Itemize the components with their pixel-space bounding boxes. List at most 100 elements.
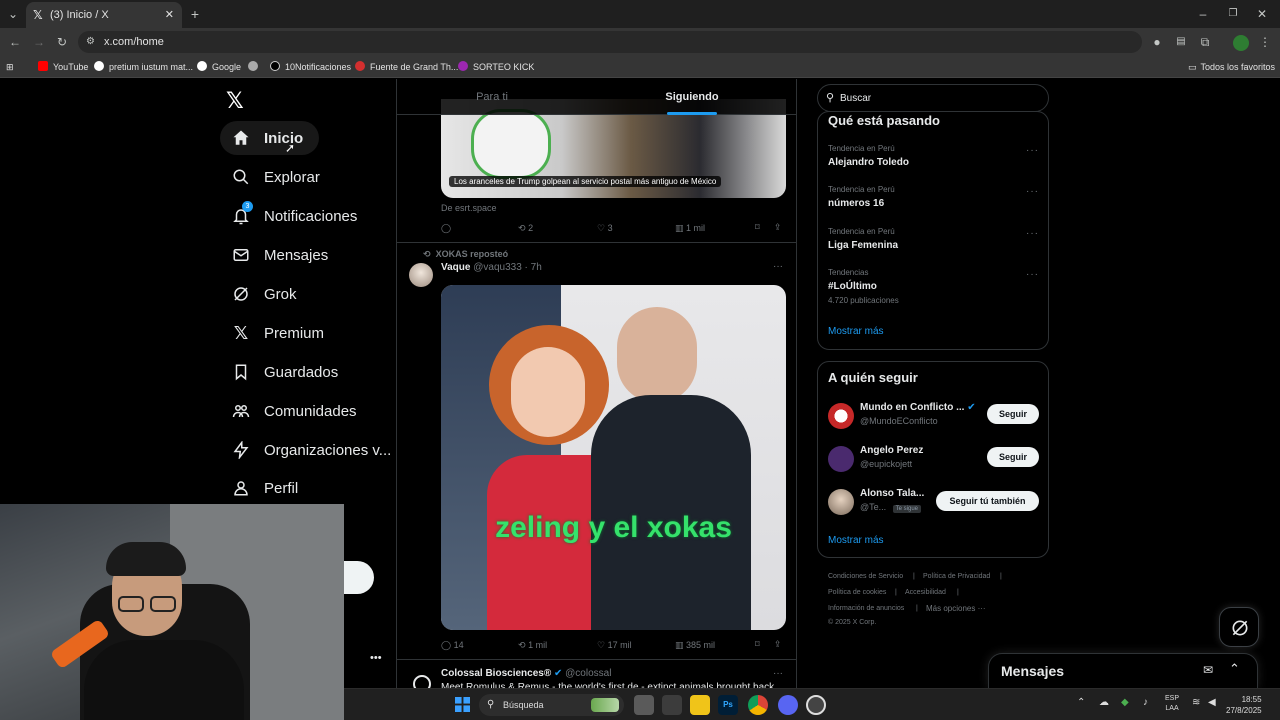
follow-button[interactable]: Seguir bbox=[987, 404, 1039, 424]
expand-icon[interactable]: ⌃ bbox=[1229, 661, 1240, 677]
tab-siguiendo[interactable]: Siguiendo bbox=[587, 79, 796, 115]
grok-floating-button[interactable] bbox=[1219, 607, 1259, 647]
extension-icon[interactable]: ● bbox=[1148, 33, 1166, 51]
nav-organizaciones[interactable]: Organizaciones v... bbox=[220, 433, 391, 467]
site-info-icon[interactable]: ⚙ bbox=[86, 31, 95, 53]
follow-back-button[interactable]: Seguir tú también bbox=[936, 491, 1039, 511]
search-input[interactable]: Buscar bbox=[840, 93, 871, 104]
tweet2-image[interactable]: zeling y el xokas bbox=[441, 285, 786, 630]
trend-more-icon[interactable]: ··· bbox=[1026, 228, 1039, 239]
back-icon[interactable]: ← bbox=[6, 33, 24, 51]
nav-grok[interactable]: Grok bbox=[220, 277, 297, 311]
language-indicator[interactable]: ESP LAA bbox=[1165, 694, 1179, 714]
follow-name[interactable]: Angelo Perez bbox=[860, 445, 923, 456]
volume-icon[interactable]: ◀ bbox=[1208, 697, 1216, 708]
apps-icon[interactable]: ⊞ bbox=[6, 61, 14, 73]
bookmark-google[interactable]: Google bbox=[197, 61, 241, 73]
window-close-icon[interactable]: ✕ bbox=[1253, 5, 1271, 23]
follow-button[interactable]: Seguir bbox=[987, 447, 1039, 467]
tweet3-author-name[interactable]: Colossal Biosciences® bbox=[441, 668, 551, 679]
nav-inicio[interactable]: Inicio ➚ bbox=[220, 121, 320, 155]
globe-icon[interactable] bbox=[248, 61, 263, 73]
nav-notificaciones[interactable]: 3 Notificaciones bbox=[220, 199, 357, 233]
trend-more-icon[interactable]: ··· bbox=[1026, 145, 1039, 156]
nav-guardados[interactable]: Guardados bbox=[220, 355, 338, 389]
mic-icon[interactable]: ♪ bbox=[1143, 697, 1148, 708]
trend-more-icon[interactable]: ··· bbox=[1026, 186, 1039, 197]
onedrive-icon[interactable]: ☁ bbox=[1099, 697, 1109, 708]
nav-perfil[interactable]: Perfil bbox=[220, 471, 298, 505]
tweet2-handle[interactable]: @vaqu333 · 7h bbox=[473, 262, 542, 273]
nav-comunidades[interactable]: Comunidades bbox=[220, 394, 357, 428]
x-logo-icon[interactable]: 𝕏 bbox=[226, 88, 244, 114]
tweet1-reply-button[interactable]: ◯ bbox=[441, 223, 451, 234]
tweet3-more-icon[interactable]: ··· bbox=[773, 668, 783, 679]
puzzle-icon[interactable]: ⧉ bbox=[1196, 33, 1214, 51]
taskbar-app-icon[interactable] bbox=[806, 695, 826, 715]
nav-mensajes[interactable]: Mensajes bbox=[220, 238, 328, 272]
tweet2-reply-button[interactable]: ◯ 14 bbox=[441, 640, 464, 651]
follow-show-more[interactable]: Mostrar más bbox=[828, 535, 884, 546]
tweet1-like-button[interactable]: ♡ 3 bbox=[597, 223, 613, 234]
tweet2-avatar[interactable] bbox=[409, 263, 433, 287]
footer-link[interactable]: Accesibilidad bbox=[905, 589, 946, 596]
forward-icon[interactable]: → bbox=[30, 33, 48, 51]
account-more-icon[interactable]: ••• bbox=[370, 652, 382, 664]
discord-icon[interactable] bbox=[778, 695, 798, 715]
tweet2-share-icon[interactable]: ⇪ bbox=[774, 639, 782, 650]
tab-search-icon[interactable]: ⌄ bbox=[4, 5, 22, 23]
bookmark-sorteo-kick[interactable]: SORTEO KICK bbox=[458, 61, 534, 73]
tweet3-handle[interactable]: @colossal bbox=[565, 668, 611, 679]
tweet1-views[interactable]: ▥ 1 mil bbox=[675, 223, 705, 234]
tray-overflow-icon[interactable]: ⌃ bbox=[1077, 697, 1085, 708]
bookmark-10notificaciones[interactable]: 10Notificaciones bbox=[270, 61, 351, 73]
all-bookmarks[interactable]: ▭ Todos los favoritos bbox=[1188, 61, 1275, 73]
trend-name[interactable]: Liga Femenina bbox=[828, 240, 898, 251]
tweet2-bookmark-icon[interactable]: ⌑ bbox=[755, 639, 760, 650]
follow-avatar[interactable] bbox=[828, 403, 854, 429]
bookmark-fuente[interactable]: Fuente de Grand Th... bbox=[355, 61, 458, 73]
trend-name[interactable]: números 16 bbox=[828, 198, 884, 209]
tab-para-ti[interactable]: Para ti bbox=[397, 79, 587, 115]
restore-icon[interactable]: ❐ bbox=[1224, 5, 1242, 23]
reload-icon[interactable]: ↻ bbox=[53, 33, 71, 51]
file-explorer-icon[interactable] bbox=[690, 695, 710, 715]
new-message-icon[interactable]: ✉ bbox=[1203, 663, 1213, 677]
security-icon[interactable]: ◆ bbox=[1121, 697, 1129, 708]
wifi-icon[interactable]: ≋ bbox=[1192, 697, 1200, 708]
tweet2-like-button[interactable]: ♡ 17 mil bbox=[597, 640, 632, 651]
footer-link[interactable]: Política de cookies bbox=[828, 589, 886, 596]
follow-name[interactable]: Alonso Tala... bbox=[860, 488, 924, 499]
media-icon[interactable]: ▤ bbox=[1172, 33, 1190, 51]
tweet1-repost-button[interactable]: ⟲ 2 bbox=[518, 223, 533, 234]
photoshop-icon[interactable]: Ps bbox=[718, 695, 738, 715]
tweet2-author-name[interactable]: Vaque bbox=[441, 262, 470, 273]
chrome-icon[interactable] bbox=[748, 695, 768, 715]
tweet1-share-icon[interactable]: ⇪ bbox=[774, 222, 782, 233]
bookmark-youtube[interactable]: YouTube bbox=[38, 61, 88, 73]
task-view-icon[interactable] bbox=[634, 695, 654, 715]
windows-start-icon[interactable] bbox=[455, 697, 470, 712]
trend-more-icon[interactable]: ··· bbox=[1026, 269, 1039, 280]
tweet2-views[interactable]: ▥ 385 mil bbox=[675, 640, 715, 651]
follow-avatar[interactable] bbox=[828, 489, 854, 515]
footer-link[interactable]: Política de Privacidad bbox=[923, 573, 990, 580]
nav-explorar[interactable]: Explorar bbox=[220, 160, 320, 194]
tweet2-more-icon[interactable]: ··· bbox=[773, 261, 783, 272]
trends-show-more[interactable]: Mostrar más bbox=[828, 326, 884, 337]
footer-link[interactable]: Condiciones de Servicio bbox=[828, 573, 903, 580]
browser-tab[interactable]: 𝕏 (3) Inicio / X ✕ bbox=[26, 2, 182, 28]
tweet2-repost-button[interactable]: ⟲ 1 mil bbox=[518, 640, 547, 651]
close-tab-icon[interactable]: ✕ bbox=[165, 2, 174, 28]
follow-name[interactable]: Mundo en Conflicto ... ✔ bbox=[860, 402, 976, 413]
search-box[interactable]: ⚲ Buscar bbox=[817, 84, 1049, 112]
clock[interactable]: 18:55 27/8/2025 bbox=[1226, 694, 1262, 716]
trend-name[interactable]: Alejandro Toledo bbox=[828, 157, 909, 168]
address-bar[interactable]: ⚙ x.com/home bbox=[78, 31, 1142, 53]
minimize-icon[interactable]: – bbox=[1194, 5, 1212, 23]
nav-premium[interactable]: 𝕏 Premium bbox=[220, 316, 324, 350]
profile-avatar[interactable] bbox=[1233, 35, 1249, 51]
tweet1-bookmark-icon[interactable]: ⌑ bbox=[755, 222, 760, 233]
taskbar-app-icon[interactable] bbox=[662, 695, 682, 715]
messages-drawer[interactable]: Mensajes ✉ ⌃ bbox=[988, 653, 1258, 688]
